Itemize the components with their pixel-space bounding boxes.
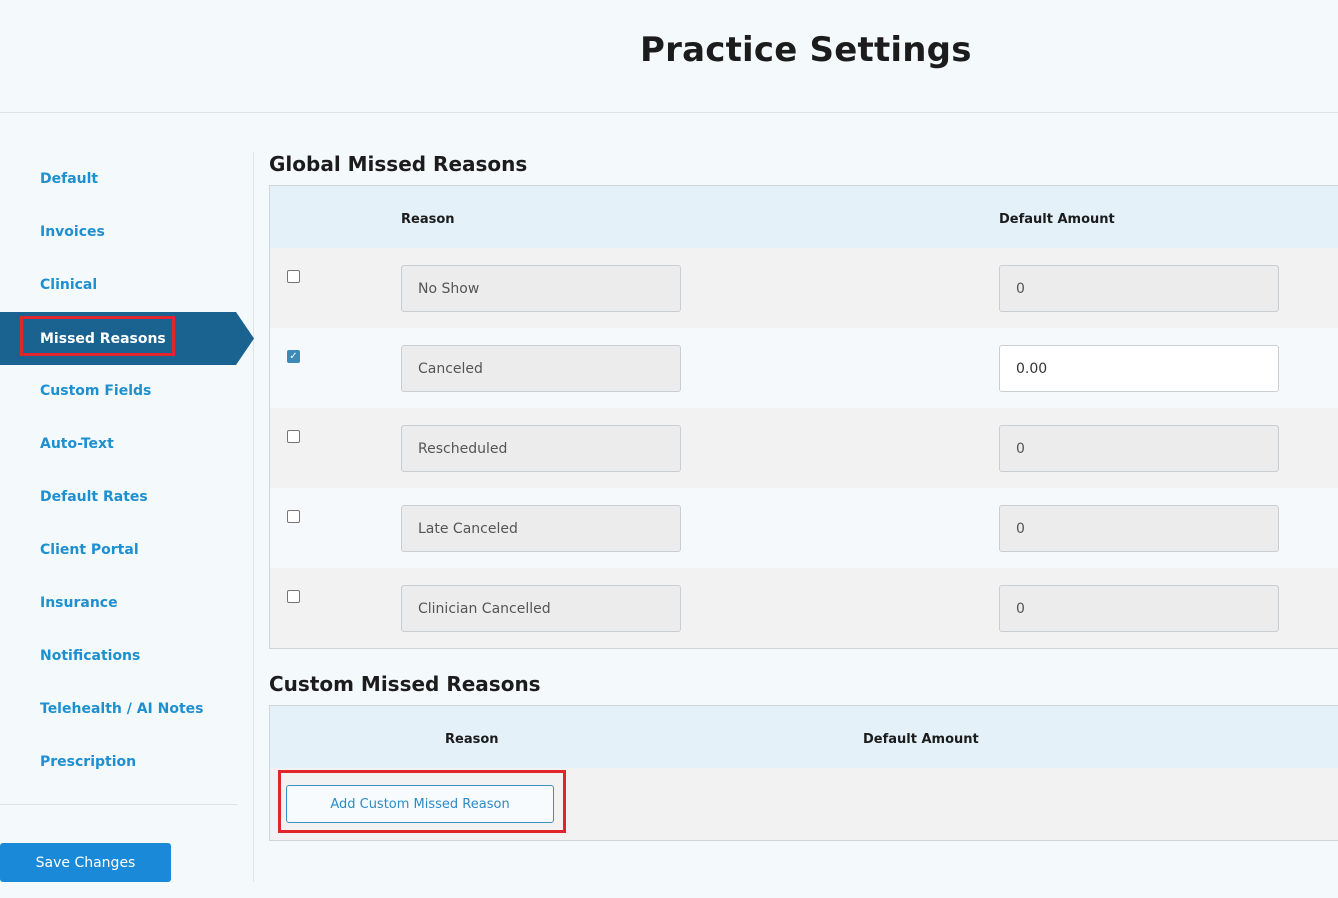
- sidebar-item-label: Insurance: [40, 594, 118, 611]
- reason-field: [401, 425, 681, 472]
- sidebar-item-label: Notifications: [40, 647, 141, 664]
- sidebar-item-missed-reasons[interactable]: Missed Reasons: [0, 312, 254, 365]
- sidebar-item-label: Default: [40, 170, 99, 187]
- add-custom-missed-reason-button[interactable]: Add Custom Missed Reason: [286, 785, 554, 823]
- custom-reasons-table: Reason Default Amount Add Custom Missed …: [269, 705, 1338, 841]
- table-row: [270, 568, 1338, 648]
- sidebar-item-label: Clinical: [40, 276, 98, 293]
- amount-field: [999, 425, 1279, 472]
- table-header: Reason Default Amount: [270, 706, 1338, 768]
- row-checkbox[interactable]: [287, 590, 300, 603]
- reason-field: [401, 585, 681, 632]
- row-checkbox[interactable]: ✓: [287, 350, 300, 363]
- table-header: Reason Default Amount: [270, 186, 1338, 248]
- custom-section-title: Custom Missed Reasons: [269, 672, 541, 696]
- sidebar-item-label: Invoices: [40, 223, 105, 240]
- settings-sidebar: Default Invoices Clinical Missed Reasons…: [0, 152, 254, 882]
- sidebar-divider: [0, 804, 238, 805]
- page-title: Practice Settings: [640, 30, 972, 70]
- sidebar-item-clinical[interactable]: Clinical: [0, 258, 254, 311]
- amount-field: [999, 505, 1279, 552]
- row-checkbox[interactable]: [287, 430, 300, 443]
- sidebar-item-prescription[interactable]: Prescription: [0, 735, 254, 788]
- save-changes-button[interactable]: Save Changes: [0, 843, 171, 882]
- amount-field[interactable]: [999, 345, 1279, 392]
- sidebar-item-client-portal[interactable]: Client Portal: [0, 523, 254, 576]
- global-reasons-table: Reason Default Amount ✓: [269, 185, 1338, 649]
- column-header-reason: Reason: [401, 212, 455, 227]
- sidebar-item-default-rates[interactable]: Default Rates: [0, 470, 254, 523]
- amount-field: [999, 265, 1279, 312]
- sidebar-item-telehealth[interactable]: Telehealth / AI Notes: [0, 682, 254, 735]
- highlight-box: [20, 316, 175, 356]
- sidebar-item-default[interactable]: Default: [0, 152, 254, 205]
- reason-field: [401, 505, 681, 552]
- global-section-title: Global Missed Reasons: [269, 152, 528, 176]
- row-checkbox[interactable]: [287, 510, 300, 523]
- reason-field: [401, 345, 681, 392]
- page-header: Practice Settings: [0, 0, 1338, 113]
- row-checkbox[interactable]: [287, 270, 300, 283]
- sidebar-item-label: Prescription: [40, 753, 137, 770]
- sidebar-item-notifications[interactable]: Notifications: [0, 629, 254, 682]
- sidebar-item-label: Telehealth / AI Notes: [40, 700, 204, 717]
- table-row: [270, 248, 1338, 328]
- add-row: Add Custom Missed Reason: [270, 768, 1338, 840]
- sidebar-item-label: Client Portal: [40, 541, 139, 558]
- table-row: [270, 408, 1338, 488]
- sidebar-item-label: Custom Fields: [40, 382, 152, 399]
- column-header-amount: Default Amount: [999, 212, 1115, 227]
- reason-field: [401, 265, 681, 312]
- column-header-amount: Default Amount: [863, 732, 979, 747]
- sidebar-item-invoices[interactable]: Invoices: [0, 205, 254, 258]
- sidebar-item-label: Default Rates: [40, 488, 148, 505]
- sidebar-item-insurance[interactable]: Insurance: [0, 576, 254, 629]
- sidebar-item-custom-fields[interactable]: Custom Fields: [0, 364, 254, 417]
- amount-field: [999, 585, 1279, 632]
- sidebar-item-label: Auto-Text: [40, 435, 114, 452]
- table-row: [270, 488, 1338, 568]
- sidebar-item-auto-text[interactable]: Auto-Text: [0, 417, 254, 470]
- table-row: ✓: [270, 328, 1338, 408]
- column-header-reason: Reason: [445, 732, 499, 747]
